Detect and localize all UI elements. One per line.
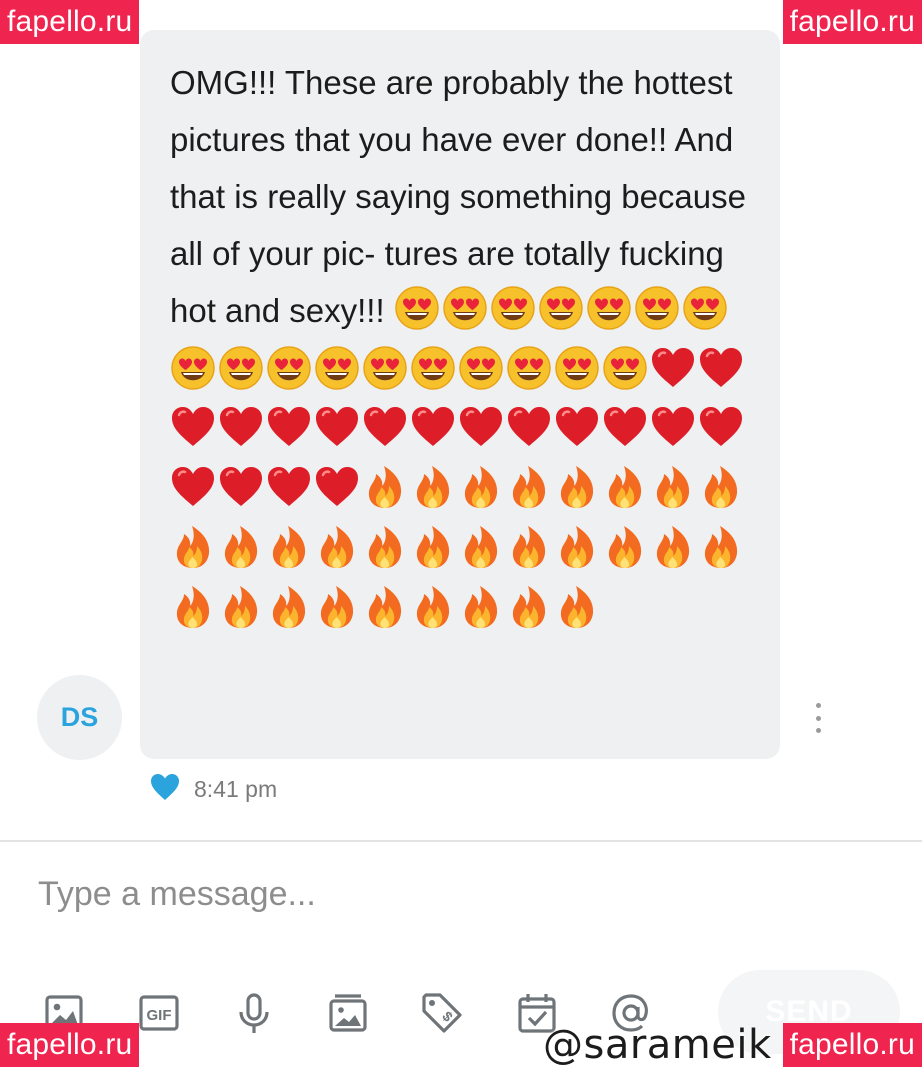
- fire-emoji: [314, 584, 360, 630]
- username-overlay: @sarameik: [543, 1022, 772, 1068]
- avatar[interactable]: DS: [37, 675, 122, 760]
- fire-emoji: [602, 464, 648, 510]
- red-heart-emoji: [266, 464, 312, 510]
- fire-emoji: [458, 584, 504, 630]
- message-text-container: OMG!!! These are probably the hottest pi…: [170, 54, 760, 641]
- fire-emoji: [410, 464, 456, 510]
- gallery-icon[interactable]: [320, 985, 376, 1041]
- red-heart-emoji: [602, 404, 648, 450]
- red-heart-emoji: [650, 345, 696, 391]
- red-heart-emoji: [314, 404, 360, 450]
- red-heart-emoji: [218, 464, 264, 510]
- message-bubble[interactable]: OMG!!! These are probably the hottest pi…: [140, 30, 780, 759]
- avatar-initials: DS: [60, 702, 99, 732]
- fire-emoji: [554, 524, 600, 570]
- fire-emoji: [410, 584, 456, 630]
- fire-emoji: [170, 524, 216, 570]
- heart-eyes-emoji: [586, 285, 632, 331]
- fire-emoji: [218, 584, 264, 630]
- svg-text:GIF: GIF: [147, 1007, 172, 1024]
- red-heart-emoji: [554, 404, 600, 450]
- heart-eyes-emoji: [410, 345, 456, 391]
- fire-emoji: [458, 464, 504, 510]
- watermark-bottom-left: fapello.ru: [0, 1023, 140, 1067]
- red-heart-emoji: [170, 464, 216, 510]
- fire-emoji: [362, 464, 408, 510]
- microphone-icon[interactable]: [226, 985, 282, 1041]
- fire-emoji: [362, 584, 408, 630]
- fire-emoji: [362, 524, 408, 570]
- message-meta: 8:41 pm: [150, 771, 277, 807]
- red-heart-emoji: [410, 404, 456, 450]
- dot: [815, 728, 821, 733]
- message-input[interactable]: [38, 868, 818, 920]
- red-heart-emoji: [218, 404, 264, 450]
- heart-eyes-emoji: [506, 345, 552, 391]
- watermark-top-right: fapello.ru: [782, 0, 922, 44]
- heart-eyes-emoji: [218, 345, 264, 391]
- heart-eyes-emoji: [554, 345, 600, 391]
- fire-emoji: [698, 464, 744, 510]
- heart-eyes-emoji: [538, 285, 584, 331]
- message-timestamp: 8:41 pm: [194, 775, 278, 802]
- heart-eyes-emoji: [442, 285, 488, 331]
- red-heart-emoji: [650, 404, 696, 450]
- watermark-top-left: fapello.ru: [0, 0, 140, 44]
- fire-emoji: [554, 584, 600, 630]
- fire-emoji: [506, 524, 552, 570]
- heart-eyes-emoji: [314, 345, 360, 391]
- fire-emoji: [506, 584, 552, 630]
- red-heart-emoji: [506, 404, 552, 450]
- dot: [815, 715, 821, 721]
- red-heart-emoji: [698, 345, 744, 391]
- fire-emoji: [218, 524, 264, 570]
- fire-emoji: [602, 524, 648, 570]
- red-heart-emoji: [266, 404, 312, 450]
- fire-emoji: [698, 524, 744, 570]
- heart-eyes-emoji: [266, 345, 312, 391]
- heart-eyes-emoji: [682, 285, 728, 331]
- heart-eyes-emoji: [170, 345, 216, 391]
- heart-eyes-emoji: [458, 345, 504, 391]
- red-heart-emoji: [458, 404, 504, 450]
- red-heart-emoji: [698, 404, 744, 450]
- fire-emoji: [314, 524, 360, 570]
- heart-eyes-emoji: [362, 345, 408, 391]
- red-heart-emoji: [314, 464, 360, 510]
- heart-eyes-emoji: [490, 285, 536, 331]
- fire-emoji: [506, 464, 552, 510]
- heart-eyes-emoji: [634, 285, 680, 331]
- fire-emoji: [266, 584, 312, 630]
- tag-price-icon[interactable]: $: [414, 985, 470, 1041]
- watermark-bottom-right: fapello.ru: [782, 1023, 922, 1067]
- heart-eyes-emoji: [394, 285, 440, 331]
- fire-emoji: [458, 524, 504, 570]
- emoji-sequence: [170, 286, 746, 630]
- heart-like-icon[interactable]: [150, 773, 180, 805]
- red-heart-emoji: [170, 404, 216, 450]
- fire-emoji: [410, 524, 456, 570]
- divider: [0, 840, 922, 842]
- fire-emoji: [650, 524, 696, 570]
- heart-eyes-emoji: [602, 345, 648, 391]
- fire-emoji: [554, 464, 600, 510]
- red-heart-emoji: [362, 404, 408, 450]
- fire-emoji: [266, 524, 312, 570]
- fire-emoji: [170, 584, 216, 630]
- more-options-button[interactable]: [810, 703, 826, 733]
- dot: [815, 703, 821, 708]
- fire-emoji: [650, 464, 696, 510]
